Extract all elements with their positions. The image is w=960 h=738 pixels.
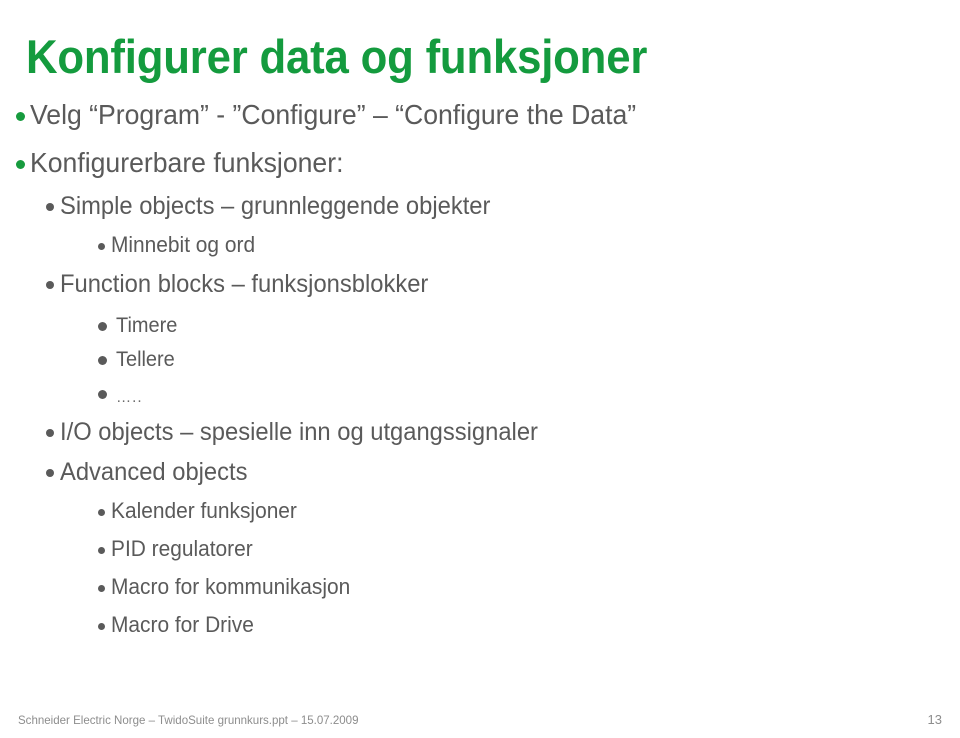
list-item-label: Function blocks – funksjonsblokker: [60, 269, 429, 298]
bullet-dot-icon: [46, 203, 54, 211]
bullet-dot-icon: [98, 355, 107, 365]
list-item-label: Kalender funksjoner: [111, 498, 297, 523]
bullet-dot-icon: [46, 429, 54, 437]
bullet-dot-icon: [98, 508, 105, 516]
list-item: Tellere: [0, 342, 960, 376]
list-item-label: Tellere: [116, 347, 175, 371]
list-item-label: …..: [116, 388, 143, 406]
list-item: Macro for Drive: [0, 608, 960, 642]
list-item: Function blocks – funksjonsblokker: [0, 266, 960, 302]
list-item: PID regulatorer: [0, 532, 960, 566]
bullet-dot-icon: [16, 111, 25, 121]
slide-footer: Schneider Electric Norge – TwidoSuite gr…: [18, 712, 942, 728]
list-item-label: Macro for kommunikasjon: [111, 574, 351, 599]
list-item-label: Advanced objects: [60, 457, 248, 486]
list-item-label: Minnebit og ord: [111, 232, 256, 257]
list-item-label: Macro for Drive: [111, 612, 254, 637]
bullet-list: Velg “Program” - ”Configure” – “Configur…: [0, 96, 960, 642]
list-item-label: Velg “Program” - ”Configure” – “Configur…: [30, 99, 637, 130]
bullet-dot-icon: [98, 242, 105, 250]
list-item: Advanced objects: [0, 454, 960, 490]
list-item-label: PID regulatorer: [111, 536, 253, 561]
list-item: Macro for kommunikasjon: [0, 570, 960, 604]
page-title: Konfigurer data og funksjoner: [26, 30, 648, 84]
bullet-dot-icon: [16, 159, 25, 169]
list-item: Velg “Program” - ”Configure” – “Configur…: [0, 96, 960, 134]
bullet-dot-icon: [98, 321, 107, 331]
list-item: Simple objects – grunnleggende objekter: [0, 188, 960, 224]
list-item: Konfigurerbare funksjoner:: [0, 144, 960, 182]
bullet-dot-icon: [98, 584, 105, 592]
bullet-dot-icon: [46, 281, 54, 289]
bullet-dot-icon: [98, 622, 105, 630]
list-item-label: Timere: [116, 313, 178, 337]
list-item-label: Simple objects – grunnleggende objekter: [60, 191, 491, 220]
slide-canvas: { "slide": { "title": "Konfigurer data o…: [0, 0, 960, 738]
bullet-dot-icon: [46, 469, 54, 477]
list-item: Timere: [0, 308, 960, 342]
bullet-dot-icon: [98, 389, 107, 399]
list-item-label: I/O objects – spesielle inn og utgangssi…: [60, 417, 538, 446]
list-item: …..: [0, 376, 960, 410]
bullet-dot-icon: [98, 546, 105, 554]
list-item: Minnebit og ord: [0, 228, 960, 262]
list-item: I/O objects – spesielle inn og utgangssi…: [0, 414, 960, 450]
list-item: Kalender funksjoner: [0, 494, 960, 528]
list-item-label: Konfigurerbare funksjoner:: [30, 147, 344, 178]
footer-page-number: 13: [927, 712, 942, 727]
footer-source-text: Schneider Electric Norge – TwidoSuite gr…: [18, 713, 359, 727]
